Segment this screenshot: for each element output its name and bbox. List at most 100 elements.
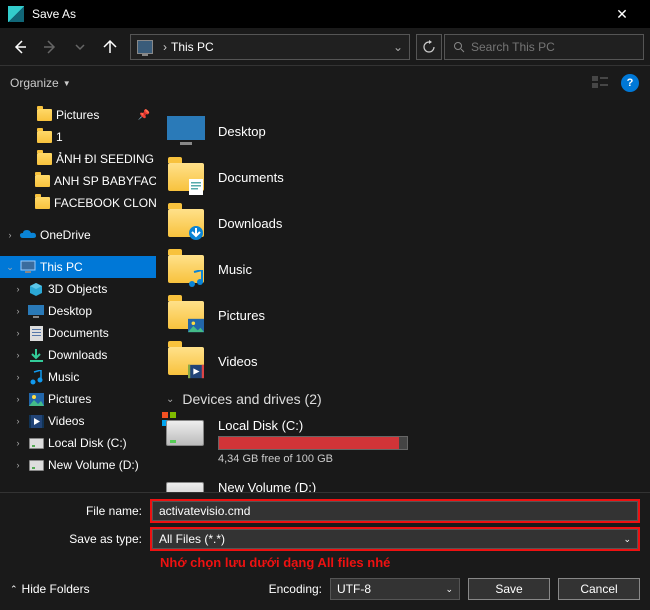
downloads-icon [28, 347, 44, 363]
twisty-icon: ⌄ [4, 262, 16, 273]
pin-icon: 📌 [138, 110, 150, 121]
folder-icon [166, 203, 206, 243]
twisty-icon: › [12, 284, 24, 294]
hide-folders-label: Hide Folders [22, 582, 90, 596]
folder-item[interactable]: Music [156, 246, 650, 292]
hide-folders-button[interactable]: ⌃ Hide Folders [10, 582, 90, 596]
onedrive-icon [20, 227, 36, 243]
refresh-button[interactable] [416, 34, 442, 60]
help-button[interactable]: ? [620, 73, 640, 93]
folder-item[interactable]: Pictures [156, 292, 650, 338]
tree-item-label: OneDrive [40, 228, 91, 242]
drive-icon [166, 482, 206, 492]
folder-icon [166, 111, 206, 151]
drives-section-header[interactable]: ⌄Devices and drives (2) [156, 384, 650, 414]
filename-input[interactable] [152, 501, 638, 521]
twisty-icon: › [12, 306, 24, 316]
close-button[interactable]: ✕ [602, 6, 642, 23]
app-icon [8, 6, 24, 22]
saveas-value: All Files (*.*) [159, 532, 225, 546]
organize-label: Organize [10, 76, 59, 90]
pc-icon [20, 259, 36, 275]
saveas-type-select[interactable]: All Files (*.*) ⌄ [152, 529, 638, 549]
picture-overlay-icon [188, 317, 204, 333]
tree-item[interactable]: ›3D Objects [0, 278, 156, 300]
tree-item-label: Videos [48, 414, 84, 428]
drive-name: New Volume (D:) [218, 480, 408, 492]
forward-button[interactable] [36, 33, 64, 61]
tree-item-label: FACEBOOK CLONE [54, 196, 156, 210]
folder-item[interactable]: Documents [156, 154, 650, 200]
dialog-body: Pictures 📌 1 ẢNH ĐI SEEDINGANH SP BABYFACE F… [0, 100, 650, 492]
view-options-button[interactable] [590, 73, 610, 93]
address-bar[interactable]: › This PC ⌄ [130, 34, 410, 60]
tree-item-label: 1 [56, 130, 63, 144]
videos-icon [28, 413, 44, 429]
drive-icon [28, 457, 44, 473]
tree-item[interactable]: ›New Volume (D:) [0, 454, 156, 476]
folder-item[interactable]: Desktop [156, 108, 650, 154]
save-as-dialog: Save As ✕ › This PC ⌄ Organ [0, 0, 650, 610]
tree-item-label: Pictures [56, 108, 99, 122]
refresh-icon [422, 40, 436, 54]
drive-icon [166, 420, 206, 460]
tree-item[interactable]: 1 [0, 126, 156, 148]
tree-item[interactable]: ANH SP BABYFACE [0, 170, 156, 192]
folder-name: Documents [218, 170, 284, 185]
folder-item[interactable]: Videos [156, 338, 650, 384]
organize-menu[interactable]: Organize ▼ [10, 76, 71, 90]
desktop-icon [28, 303, 44, 319]
up-button[interactable] [96, 33, 124, 61]
drive-item[interactable]: Local Disk (C:)4,34 GB free of 100 GB [156, 414, 650, 476]
twisty-icon: › [12, 416, 24, 426]
nav-tree[interactable]: Pictures 📌 1 ẢNH ĐI SEEDINGANH SP BABYFACE F… [0, 100, 156, 492]
breadcrumb-location[interactable]: This PC [171, 40, 214, 54]
window-title: Save As [32, 7, 602, 21]
tree-item-label: Pictures [48, 392, 91, 406]
encoding-select[interactable]: UTF-8 ⌄ [330, 578, 460, 600]
command-bar: Organize ▼ ? [0, 66, 650, 100]
tree-item[interactable]: › Downloads [0, 344, 156, 366]
tree-item[interactable]: › Music [0, 366, 156, 388]
view-icon [592, 76, 608, 90]
tree-item[interactable]: ›Documents [0, 322, 156, 344]
search-input[interactable] [471, 40, 635, 54]
tree-item[interactable]: Pictures 📌 [0, 104, 156, 126]
twisty-icon: › [12, 372, 24, 382]
section-title: Devices and drives (2) [182, 391, 321, 407]
folder-icon [166, 249, 206, 289]
tree-item[interactable]: ›Local Disk (C:) [0, 432, 156, 454]
tree-item[interactable]: ›Pictures [0, 388, 156, 410]
tree-item[interactable]: › Videos [0, 410, 156, 432]
folder-icon [36, 107, 52, 123]
tree-item[interactable]: FACEBOOK CLONE [0, 192, 156, 214]
cancel-button[interactable]: Cancel [558, 578, 640, 600]
chevron-up-icon: ⌃ [10, 584, 18, 595]
tree-item[interactable]: ›OneDrive [0, 224, 156, 246]
tree-item[interactable]: ẢNH ĐI SEEDING [0, 148, 156, 170]
tree-item-label: New Volume (D:) [48, 458, 139, 472]
desktop-icon [167, 116, 205, 146]
back-button[interactable] [6, 33, 34, 61]
filename-label: File name: [10, 504, 150, 518]
pc-icon [137, 40, 153, 54]
folder-item[interactable]: Downloads [156, 200, 650, 246]
pictures-icon [28, 391, 44, 407]
search-box[interactable] [444, 34, 644, 60]
tree-item-label: Desktop [48, 304, 92, 318]
tree-item[interactable]: › Desktop [0, 300, 156, 322]
drive-item[interactable]: New Volume (D:)70,4 GB free of 122 GB [156, 476, 650, 492]
tree-item[interactable]: ⌄This PC [0, 256, 156, 278]
3d-icon [28, 281, 44, 297]
twisty-icon: › [12, 328, 24, 338]
chevron-down-icon [75, 42, 85, 52]
content-pane[interactable]: Desktop Documents DownloadsMusic Pictures Vi… [156, 100, 650, 492]
arrow-right-icon [42, 39, 58, 55]
folder-name: Pictures [218, 308, 265, 323]
tree-item-label: Music [48, 370, 79, 384]
chevron-down-icon[interactable]: ⌄ [393, 40, 403, 54]
tree-item-label: Downloads [48, 348, 107, 362]
twisty-icon: › [12, 350, 24, 360]
recent-button[interactable] [66, 33, 94, 61]
save-button[interactable]: Save [468, 578, 550, 600]
